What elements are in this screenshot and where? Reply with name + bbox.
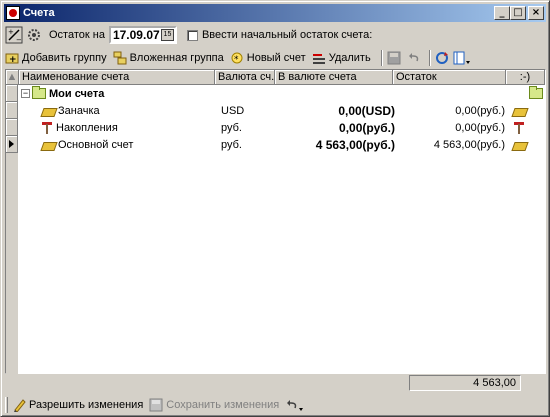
delete-icon (312, 51, 326, 65)
close-button[interactable]: × (528, 6, 544, 20)
account-balance: 4 563,00(руб.) (433, 138, 505, 151)
account-currency: USD (221, 104, 245, 117)
calendar-icon[interactable]: 15 (160, 29, 174, 41)
changes-toolbar: Разрешить изменения Сохранить изменения (5, 395, 545, 415)
save-icon (149, 398, 163, 412)
delete-label: Удалить (328, 52, 371, 64)
date-value: 17.09.07 (112, 28, 160, 42)
grid-rows: − Мои счета Заначка USD 0,00(USD) 0,00(р… (19, 85, 545, 153)
gold-icon (512, 105, 526, 117)
grid-header: ▲ Наименование счета Валюта сч... В валю… (6, 70, 545, 85)
gold-icon (512, 139, 526, 151)
undo-dropdown-icon[interactable] (285, 398, 305, 412)
date-input[interactable]: 17.09.07 15 (108, 26, 177, 44)
account-currency: руб. (221, 121, 242, 134)
undo-icon[interactable] (407, 51, 421, 65)
minimize-button[interactable]: _ (494, 6, 510, 20)
total-balance: 4 563,00 (409, 375, 521, 391)
save-changes-label: Сохранить изменения (166, 399, 280, 411)
group-name: Мои счета (49, 87, 105, 100)
row-indicator[interactable] (6, 102, 18, 119)
row-indicator[interactable] (6, 119, 18, 136)
account-balance: 0,00(руб.) (455, 121, 505, 134)
new-account-button[interactable]: * Новый счет (230, 51, 306, 65)
settings-icon[interactable] (25, 26, 43, 44)
nested-folder-icon (113, 51, 127, 65)
initial-balance-checkbox[interactable] (186, 29, 198, 41)
folder-icon (529, 86, 543, 99)
add-folder-icon: + (5, 51, 19, 65)
maximize-button[interactable]: □ (510, 6, 526, 20)
pickaxe-icon (41, 121, 53, 135)
account-in-currency: 0,00(руб.) (339, 120, 395, 135)
save-disk-icon[interactable] (387, 51, 401, 65)
account-currency: руб. (221, 138, 242, 151)
account-in-currency: 0,00(USD) (338, 103, 395, 118)
allow-changes-button[interactable]: Разрешить изменения (12, 398, 144, 413)
delete-button[interactable]: Удалить (312, 51, 371, 65)
account-name: Накопления (56, 121, 118, 134)
table-row[interactable]: Заначка USD 0,00(USD) 0,00(руб.) (19, 102, 545, 119)
folder-icon (32, 86, 46, 99)
columns-dropdown-icon[interactable] (453, 51, 471, 65)
accounts-grid: ▲ Наименование счета Валюта сч... В валю… (5, 69, 546, 375)
row-indicator[interactable] (6, 85, 18, 102)
current-row-indicator[interactable] (6, 136, 18, 153)
svg-text:*: * (234, 55, 239, 65)
table-row[interactable]: Накопления руб. 0,00(руб.) 0,00(руб.) (19, 119, 545, 136)
collapse-toggle[interactable]: − (21, 89, 30, 98)
balance-toolbar: + − Остаток на 17.09.07 15 Ввести начальн… (5, 25, 545, 45)
new-account-label: Новый счет (246, 52, 306, 64)
toolbar-grip[interactable] (5, 397, 8, 413)
row-indicator-column (6, 85, 18, 375)
initial-balance-label: Ввести начальный остаток счета: (201, 29, 373, 41)
column-header-currency[interactable]: Валюта сч... (215, 70, 275, 85)
pickaxe-icon (513, 121, 525, 135)
window-title: Счета (23, 7, 55, 19)
account-name: Заначка (58, 104, 100, 117)
title-bar: Счета _ □ × (4, 4, 546, 22)
accounts-window: Счета _ □ × + − Остаток на 17.09.07 15 Вв… (0, 0, 550, 417)
nested-group-button[interactable]: Вложенная группа (113, 51, 224, 65)
total-bar: 4 563,00 (5, 375, 546, 391)
pencil-icon (12, 398, 26, 413)
account-name: Основной счет (58, 138, 134, 151)
svg-text:+: + (8, 28, 14, 36)
refresh-icon[interactable] (435, 51, 449, 65)
sort-indicator-header[interactable]: ▲ (6, 70, 19, 85)
toolbar-separator-2 (428, 50, 431, 66)
add-group-button[interactable]: + Добавить группу (5, 51, 107, 65)
accounts-toolbar: + Добавить группу Вложенная группа * Нов… (5, 48, 545, 68)
add-group-label: Добавить группу (22, 52, 107, 64)
table-row[interactable]: Основной счет руб. 4 563,00(руб.) 4 563,… (19, 136, 545, 153)
svg-text:−: − (16, 36, 22, 44)
balance-label: Остаток на (49, 29, 105, 41)
new-account-icon: * (230, 51, 244, 65)
account-balance: 0,00(руб.) (455, 104, 505, 117)
app-icon (6, 6, 20, 20)
gold-icon (41, 139, 55, 151)
group-row[interactable]: − Мои счета (19, 85, 545, 102)
column-header-name[interactable]: Наименование счета (19, 70, 215, 85)
gold-icon (41, 105, 55, 117)
allow-changes-label: Разрешить изменения (29, 399, 144, 411)
save-changes-button[interactable]: Сохранить изменения (149, 398, 279, 412)
column-header-balance[interactable]: Остаток (393, 70, 506, 85)
column-header-in-currency[interactable]: В валюте счета (275, 70, 393, 85)
calculator-icon[interactable]: + − (5, 26, 23, 44)
column-header-icon[interactable]: :-) (506, 70, 545, 85)
nested-group-label: Вложенная группа (129, 52, 224, 64)
toolbar-separator (380, 50, 383, 66)
account-in-currency: 4 563,00(руб.) (315, 137, 395, 152)
svg-text:+: + (9, 55, 17, 65)
